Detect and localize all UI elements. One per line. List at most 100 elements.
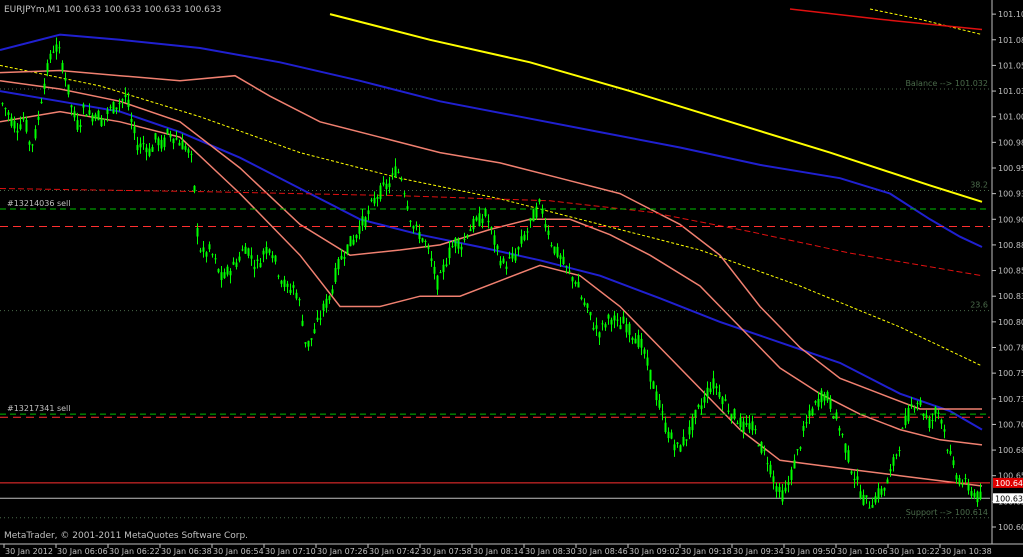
candle-body [409, 220, 412, 223]
candle-body [835, 412, 838, 420]
candle-body [148, 148, 151, 156]
candle-body [10, 117, 13, 126]
candle-body [49, 53, 52, 60]
candle-body [841, 434, 844, 436]
time-tick-label: 30 Jan 07:42 [369, 547, 420, 556]
candle-body [631, 337, 634, 340]
candle-body [877, 488, 880, 499]
price-tick-label: 100.830 [998, 292, 1023, 301]
candle-body [571, 277, 574, 282]
candle-body [823, 394, 826, 401]
candle-body [232, 261, 235, 265]
candle-body [526, 231, 529, 233]
candle-body [394, 166, 397, 178]
candle-body [562, 256, 565, 265]
candle-body [934, 407, 937, 414]
candle-body [157, 138, 160, 146]
time-tick-label: 30 Jan 09:34 [733, 547, 784, 556]
price-tick-label: 100.905 [998, 215, 1023, 224]
price-tick-label: 100.880 [998, 241, 1023, 250]
candle-body [901, 427, 904, 429]
price-chart[interactable]: Balance --> 101.032 38.2 23.6 Support --> 1… [0, 0, 1023, 557]
candle-body [178, 142, 181, 146]
candle-body [802, 426, 805, 431]
candle-body [94, 114, 97, 119]
chart-window[interactable]: Balance --> 101.032 38.2 23.6 Support --> 1… [0, 0, 1023, 557]
candle-body [283, 279, 286, 287]
candle-body [442, 264, 445, 273]
price-tick-label: 101.005 [998, 113, 1023, 122]
candle-body [898, 449, 901, 451]
candle-body [205, 252, 208, 257]
candle-body [400, 178, 403, 181]
candle-body [652, 381, 655, 389]
order-label: #13217341 sell [7, 404, 71, 413]
candle-body [499, 260, 502, 266]
price-tick-label: 100.855 [998, 267, 1023, 276]
candle-body [832, 416, 835, 419]
price-tick-label: 101.105 [998, 10, 1023, 19]
candle-body [511, 253, 514, 259]
candle-body [349, 236, 352, 247]
candle-body [892, 457, 895, 466]
candle-body [37, 116, 40, 120]
time-tick-label: 30 Jan 08:14 [473, 547, 524, 556]
time-axis-ticks: 30 Jan 2012 30 Jan 06:06 30 Jan 06:22 30 Ja… [3, 544, 992, 556]
candle-body [853, 478, 856, 481]
candle-body [214, 258, 217, 260]
candle-body [772, 476, 775, 482]
time-tick-label: 30 Jan 06:38 [161, 547, 212, 556]
candle-body [19, 124, 22, 129]
candle-body [244, 246, 247, 254]
candle-body [463, 239, 466, 241]
candle-body [706, 387, 709, 397]
candle-body [928, 418, 931, 429]
fib-label: 23.6 [970, 301, 988, 310]
candle-body [142, 143, 145, 145]
candle-body [100, 118, 103, 127]
candle-body [856, 476, 859, 480]
time-tick-label: 30 Jan 07:10 [265, 547, 316, 556]
candle-body [565, 265, 568, 267]
candle-body [247, 248, 250, 256]
time-tick-label: 30 Jan 10:06 [837, 547, 888, 556]
candle-body [769, 464, 772, 475]
candle-body [313, 329, 316, 334]
candle-body [472, 218, 475, 230]
candle-body [274, 255, 277, 262]
price-tick-label: 100.780 [998, 343, 1023, 352]
candle-body [616, 319, 619, 321]
candle-body [535, 206, 538, 218]
price-tick-label: 100.930 [998, 190, 1023, 199]
candle-body [586, 303, 589, 308]
red-price-label: 100.648 [995, 479, 1023, 488]
candle-body [709, 388, 712, 393]
candle-body [604, 324, 607, 328]
candle-body [598, 332, 601, 338]
candle-body [211, 254, 214, 256]
candle-body [337, 258, 340, 270]
candle-body [976, 491, 979, 503]
moving-average-line [329, 13, 983, 203]
candle-body [964, 478, 967, 480]
candle-body [811, 408, 814, 416]
candle-body [478, 213, 481, 227]
candle-body [502, 258, 505, 263]
candle-body [661, 411, 664, 413]
candle-body [88, 110, 91, 115]
candle-body [919, 400, 922, 406]
price-tick-label: 100.805 [998, 318, 1023, 327]
candle-body [943, 429, 946, 432]
candle-body [469, 229, 472, 232]
candle-body [61, 62, 64, 71]
candle-body [682, 436, 685, 446]
candle-body [925, 415, 928, 418]
candle-body [736, 422, 739, 424]
candle-body [310, 338, 313, 340]
candle-body [646, 357, 649, 366]
candle-body [109, 106, 112, 108]
candle-body [430, 258, 433, 261]
fib-label: Support --> 100.614 [906, 508, 988, 517]
candle-body [28, 141, 31, 145]
candle-body [724, 399, 727, 401]
